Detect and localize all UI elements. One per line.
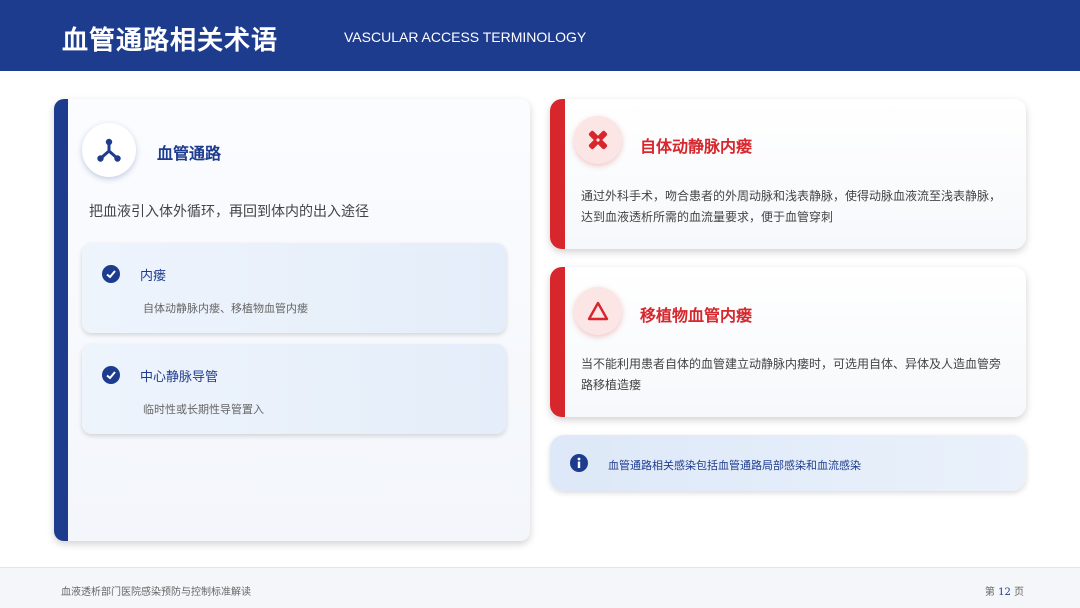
vascular-access-card: 血管通路 把血液引入体外循环，再回到体内的出入途径 内瘘 自体动静脉内瘘、移植物…: [54, 99, 530, 541]
info-callout: 血管通路相关感染包括血管通路局部感染和血流感染: [550, 435, 1026, 491]
card-title: 移植物血管内瘘: [640, 306, 753, 325]
page-title: 血管通路相关术语: [62, 26, 279, 56]
card-accent-bar: [54, 99, 68, 541]
card-text: 通过外科手术，吻合患者的外周动脉和浅表静脉，使得动脉血液流至浅表静脉，达到血液透…: [581, 189, 1002, 224]
list-item-text: 自体动静脉内瘘、移植物血管内瘘: [143, 302, 308, 315]
card-accent-bar: [550, 267, 565, 417]
page-prefix: 第: [984, 587, 995, 598]
avg-card: 移植物血管内瘘 当不能利用患者自体的血管建立动静脉内瘘时，可选用自体、异体及人造…: [550, 267, 1026, 417]
bandage-icon: [574, 116, 622, 164]
card-description: 把血液引入体外循环，再回到体内的出入途径: [89, 204, 369, 220]
page-number: 第 12 页: [985, 583, 1024, 598]
page-subtitle: VASCULAR ACCESS TERMINOLOGY: [344, 29, 587, 45]
card-text: 当不能利用患者自体的血管建立动静脉内瘘时，可选用自体、异体及人造血管旁路移植造瘘: [581, 357, 1002, 392]
footer-title: 血液透析部门医院感染预防与控制标准解读: [61, 587, 251, 598]
list-item-text: 临时性或长期性导管置入: [143, 403, 264, 416]
avf-card: 自体动静脉内瘘 通过外科手术，吻合患者的外周动脉和浅表静脉，使得动脉血液流至浅表…: [550, 99, 1026, 249]
header-bar: 血管通路相关术语 VASCULAR ACCESS TERMINOLOGY: [0, 0, 1080, 71]
page-suffix: 页: [1014, 587, 1024, 598]
card-accent-bar: [550, 99, 565, 249]
list-item-fistula: 内瘘 自体动静脉内瘘、移植物血管内瘘: [82, 243, 506, 333]
list-item-title: 内瘘: [140, 269, 167, 284]
check-circle-icon: [102, 265, 120, 283]
info-icon: [570, 454, 588, 472]
info-text: 血管通路相关感染包括血管通路局部感染和血流感染: [608, 459, 861, 472]
list-item-title: 中心静脉导管: [140, 370, 219, 385]
page-number-value: 12: [998, 587, 1011, 598]
network-branch-icon: [82, 123, 136, 177]
list-item-central-catheter: 中心静脉导管 临时性或长期性导管置入: [82, 344, 506, 434]
card-title: 自体动静脉内瘘: [640, 137, 753, 156]
warning-triangle-icon: [574, 287, 622, 335]
check-circle-icon: [102, 366, 120, 384]
footer-bar: 血液透析部门医院感染预防与控制标准解读 第 12 页: [0, 567, 1080, 608]
card-title: 血管通路: [157, 144, 222, 163]
